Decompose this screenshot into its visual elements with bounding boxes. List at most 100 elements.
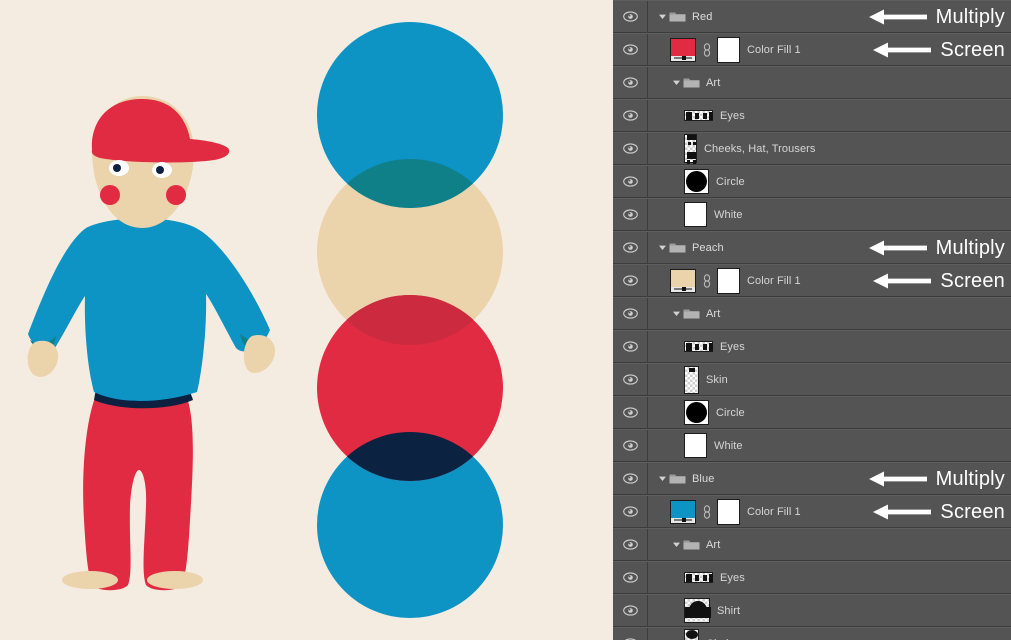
group-disclosure-triangle[interactable] (670, 297, 683, 330)
layer-row[interactable]: Art (613, 66, 1011, 99)
layer-visibility-toggle[interactable] (613, 562, 648, 593)
layer-visibility-toggle[interactable] (613, 529, 648, 560)
chevron-down-icon[interactable] (658, 243, 667, 252)
layer-row-body[interactable]: Skin (648, 364, 1011, 395)
group-disclosure-triangle[interactable] (670, 66, 683, 99)
group-disclosure-triangle[interactable] (670, 528, 683, 561)
link-icon[interactable] (703, 504, 711, 520)
layer-visibility-toggle[interactable] (613, 430, 648, 461)
group-disclosure-triangle[interactable] (656, 0, 669, 33)
group-disclosure-triangle[interactable] (656, 231, 669, 264)
layer-visibility-toggle[interactable] (613, 628, 648, 640)
layer-row-body[interactable]: Red (648, 1, 1011, 32)
layer-thumbnail-white[interactable] (684, 202, 707, 227)
layer-row-body[interactable]: White (648, 199, 1011, 230)
layer-visibility-toggle[interactable] (613, 364, 648, 395)
layer-row[interactable]: White (613, 429, 1011, 462)
layer-row-body[interactable]: Color Fill 1 (648, 496, 1011, 527)
layer-row[interactable]: Eyes (613, 330, 1011, 363)
eye-icon[interactable] (622, 11, 638, 22)
layer-thumbnail-fill[interactable] (670, 498, 740, 525)
layer-visibility-toggle[interactable] (613, 166, 648, 197)
layer-thumbnail-skin[interactable] (684, 365, 699, 394)
layer-row[interactable]: Skin (613, 363, 1011, 396)
eye-icon[interactable] (622, 572, 638, 583)
chevron-down-icon[interactable] (658, 474, 667, 483)
eye-icon[interactable] (622, 275, 638, 286)
eye-icon[interactable] (622, 473, 638, 484)
layer-row-body[interactable]: Circles (648, 628, 1011, 640)
layer-thumbnail-fill[interactable] (670, 267, 740, 294)
layer-row-body[interactable]: Circle (648, 166, 1011, 197)
layer-visibility-toggle[interactable] (613, 265, 648, 296)
eye-icon[interactable] (622, 77, 638, 88)
layer-thumbnail-shirt[interactable] (684, 598, 711, 623)
layer-row-body[interactable]: Color Fill 1 (648, 265, 1011, 296)
eye-icon[interactable] (622, 209, 638, 220)
layer-thumbnail-eyes[interactable] (684, 572, 713, 583)
layer-visibility-toggle[interactable] (613, 463, 648, 494)
layer-visibility-toggle[interactable] (613, 100, 648, 131)
layer-thumbnail-circles[interactable] (684, 629, 699, 640)
layer-visibility-toggle[interactable] (613, 1, 648, 32)
layer-thumbnail-eyes[interactable] (684, 110, 713, 121)
layer-row[interactable]: Color Fill 1 Screen (613, 33, 1011, 66)
link-icon[interactable] (703, 42, 711, 58)
eye-icon[interactable] (622, 143, 638, 154)
layer-visibility-toggle[interactable] (613, 298, 648, 329)
layer-row[interactable]: Red Multiply (613, 0, 1011, 33)
layer-row[interactable]: Peach Multiply (613, 231, 1011, 264)
chevron-down-icon[interactable] (672, 540, 681, 549)
eye-icon[interactable] (622, 407, 638, 418)
layer-row[interactable]: Art (613, 528, 1011, 561)
chevron-down-icon[interactable] (672, 309, 681, 318)
eye-icon[interactable] (622, 110, 638, 121)
layer-thumbnail-figure[interactable] (684, 134, 697, 164)
layer-row-body[interactable]: Color Fill 1 (648, 34, 1011, 65)
layer-row[interactable]: Blue Multiply (613, 462, 1011, 495)
layer-visibility-toggle[interactable] (613, 34, 648, 65)
layer-row-body[interactable]: Shirt (648, 595, 1011, 626)
eye-icon[interactable] (622, 605, 638, 616)
layer-row[interactable]: Circle (613, 396, 1011, 429)
layer-visibility-toggle[interactable] (613, 133, 648, 164)
eye-icon[interactable] (622, 506, 638, 517)
layer-row-body[interactable]: Cheeks, Hat, Trousers (648, 133, 1011, 164)
layer-visibility-toggle[interactable] (613, 199, 648, 230)
layer-visibility-toggle[interactable] (613, 595, 648, 626)
layer-row-body[interactable]: Art (648, 298, 1011, 329)
layer-visibility-toggle[interactable] (613, 397, 648, 428)
layer-visibility-toggle[interactable] (613, 67, 648, 98)
layer-row[interactable]: Color Fill 1 Screen (613, 264, 1011, 297)
layer-visibility-toggle[interactable] (613, 232, 648, 263)
layer-row-body[interactable]: Art (648, 529, 1011, 560)
layer-thumbnail-white[interactable] (684, 433, 707, 458)
layers-panel[interactable]: Red Multiply Color Fill 1 Screen Art Eyes Chee… (613, 0, 1011, 640)
eye-icon[interactable] (622, 539, 638, 550)
layer-visibility-toggle[interactable] (613, 496, 648, 527)
layer-row[interactable]: Eyes (613, 561, 1011, 594)
eye-icon[interactable] (622, 341, 638, 352)
layer-row-body[interactable]: White (648, 430, 1011, 461)
layer-row[interactable]: Cheeks, Hat, Trousers (613, 132, 1011, 165)
eye-icon[interactable] (622, 440, 638, 451)
layer-row-body[interactable]: Peach (648, 232, 1011, 263)
layer-row[interactable]: Shirt (613, 594, 1011, 627)
layer-thumbnail-fill[interactable] (670, 36, 740, 63)
layer-row-body[interactable]: Eyes (648, 331, 1011, 362)
layer-visibility-toggle[interactable] (613, 331, 648, 362)
eye-icon[interactable] (622, 176, 638, 187)
layer-row-body[interactable]: Eyes (648, 562, 1011, 593)
chevron-down-icon[interactable] (658, 12, 667, 21)
layer-row[interactable]: White (613, 198, 1011, 231)
layer-row[interactable]: Circle (613, 165, 1011, 198)
layer-thumbnail-eyes[interactable] (684, 341, 713, 352)
layer-row-body[interactable]: Circle (648, 397, 1011, 428)
eye-icon[interactable] (622, 242, 638, 253)
layer-row[interactable]: Circles (613, 627, 1011, 640)
link-icon[interactable] (703, 273, 711, 289)
layer-thumbnail-circle[interactable] (684, 169, 709, 194)
layer-row-body[interactable]: Blue (648, 463, 1011, 494)
group-disclosure-triangle[interactable] (656, 462, 669, 495)
layer-row[interactable]: Art (613, 297, 1011, 330)
